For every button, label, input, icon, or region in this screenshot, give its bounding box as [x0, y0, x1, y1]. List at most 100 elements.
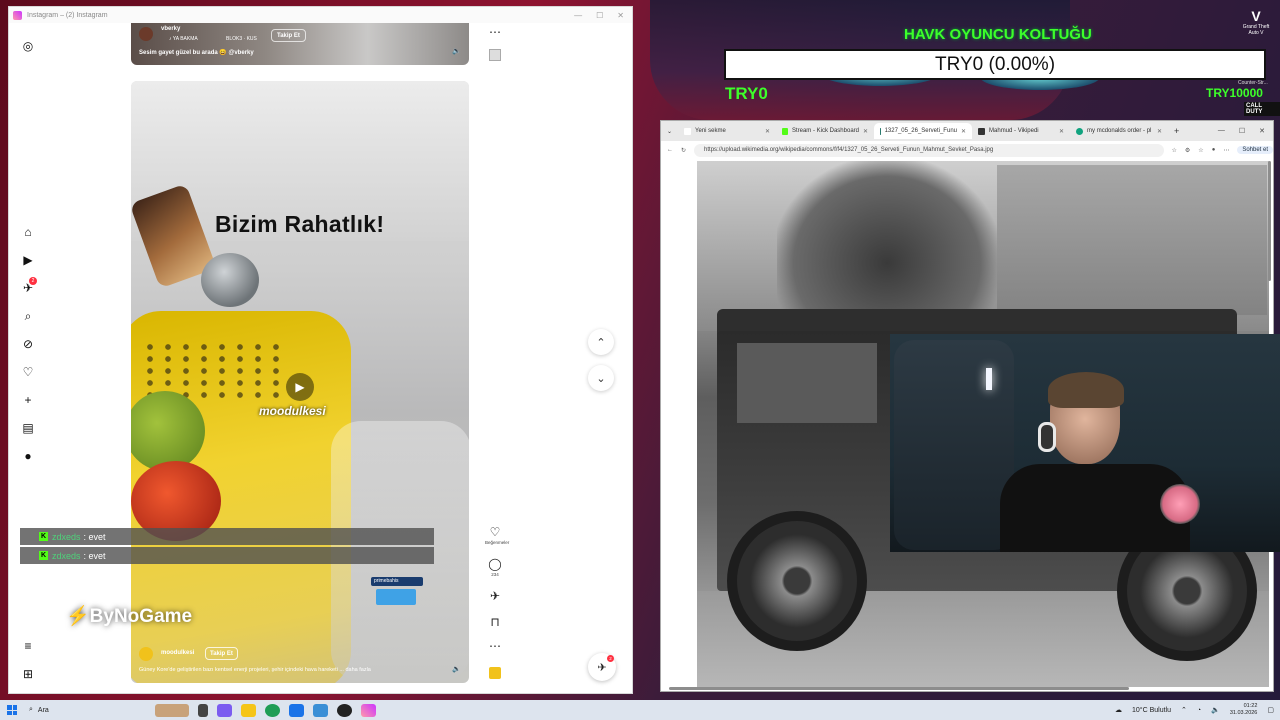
- close-icon[interactable]: ✕: [1157, 128, 1162, 135]
- close-icon[interactable]: ✕: [961, 128, 966, 135]
- more-options[interactable]: ⋯: [485, 25, 505, 39]
- reel-username[interactable]: moodulkesi: [161, 650, 194, 656]
- explore-icon[interactable]: ⊘: [21, 337, 35, 351]
- close-icon[interactable]: ✕: [1259, 127, 1265, 135]
- user-avatar[interactable]: [139, 647, 153, 661]
- browser-tab-bar: ⌄ Yeni sekme ✕ Stream - Kick Dashboard ✕ 1…: [661, 121, 1273, 141]
- more-icon[interactable]: ⋯: [485, 639, 505, 653]
- profile-icon[interactable]: ●: [1212, 147, 1216, 153]
- share-action[interactable]: ✈: [485, 589, 505, 603]
- explorer-icon[interactable]: [241, 703, 256, 717]
- network-icon[interactable]: ◔: [1197, 707, 1201, 714]
- copilot-icon[interactable]: [217, 703, 232, 717]
- photo-car-wheel: [727, 511, 867, 651]
- reel-audio[interactable]: ♪ YA BAKMA: [169, 36, 198, 42]
- instagram-taskbar-icon[interactable]: [361, 703, 376, 717]
- maximize-icon[interactable]: ☐: [1239, 127, 1245, 135]
- horizontal-scrollbar[interactable]: [669, 687, 1129, 690]
- chrome-icon[interactable]: [265, 703, 280, 717]
- favorites-icon[interactable]: ☆: [1198, 147, 1203, 154]
- messages-button[interactable]: ✈ 2: [588, 653, 616, 681]
- menu-icon[interactable]: ≡: [21, 639, 35, 653]
- home-icon[interactable]: ⌂: [21, 225, 35, 239]
- comment-action[interactable]: ◯ 234: [485, 557, 505, 577]
- share-icon[interactable]: ✈: [485, 589, 505, 603]
- vertical-scrollbar[interactable]: [1268, 161, 1271, 281]
- task-view-icon[interactable]: [198, 703, 208, 717]
- store-icon[interactable]: [289, 703, 304, 717]
- notifications-icon[interactable]: ♡: [21, 365, 35, 379]
- volume-icon[interactable]: 🔈: [1211, 706, 1220, 714]
- search-icon[interactable]: ⌕: [21, 309, 35, 323]
- photo-car-window: [737, 343, 877, 423]
- system-tray: ☁ 10°C Bulutlu ⌃ ◔ 🔈 01:22 31.03.2026 ▢: [1115, 703, 1280, 717]
- star-icon[interactable]: ☆: [1172, 147, 1177, 154]
- new-tab-icon[interactable]: +: [1168, 126, 1185, 136]
- back-icon[interactable]: ←: [667, 147, 673, 153]
- follow-button[interactable]: Takip Et: [271, 29, 306, 42]
- user-avatar[interactable]: [139, 27, 153, 41]
- gta-logo: V Grand Theft Auto V: [1238, 8, 1274, 36]
- browser-tab[interactable]: Yeni sekme ✕: [678, 123, 776, 139]
- bookmark-icon[interactable]: ⊓: [485, 615, 505, 629]
- close-icon[interactable]: ✕: [617, 11, 624, 20]
- widgets-icon[interactable]: [155, 703, 189, 717]
- heart-icon[interactable]: ♡: [485, 525, 505, 539]
- chat-button[interactable]: Sohbet et: [1237, 146, 1273, 154]
- browser-tab[interactable]: my mcdonalds order - pl ✕: [1070, 123, 1168, 139]
- address-bar[interactable]: https://upload.wikimedia.org/wikipedia/c…: [694, 143, 1164, 157]
- browser-tab[interactable]: Stream - Kick Dashboard ✕: [776, 123, 874, 139]
- chevron-up-icon[interactable]: ⌃: [588, 329, 614, 355]
- weather-icon[interactable]: ☁: [1115, 706, 1122, 714]
- like-action[interactable]: ♡ Beğenmeler: [485, 525, 509, 545]
- top-reel-thumb[interactable]: [485, 49, 505, 61]
- chevron-down-icon[interactable]: ⌄: [588, 365, 614, 391]
- play-icon[interactable]: ▶: [286, 373, 314, 401]
- mute-icon[interactable]: 🔈: [452, 47, 461, 55]
- overlay-title: HAVK OYUNCU KOLTUĞU: [904, 26, 1092, 43]
- reel-video[interactable]: Bizim Rahatlık! ▶ moodulkesi primebahis …: [131, 81, 469, 683]
- mute-icon[interactable]: 🔈: [452, 665, 461, 673]
- taskbar-search[interactable]: ⌕ Ara: [29, 706, 119, 714]
- extensions-icon[interactable]: ⚙: [1185, 147, 1190, 154]
- tab-label: Mahmud - Vikipedi: [989, 128, 1039, 134]
- weather-text[interactable]: 10°C Bulutlu: [1132, 707, 1171, 714]
- audio-thumb-icon[interactable]: [489, 667, 501, 679]
- more-action[interactable]: ⋯: [485, 639, 505, 653]
- tray-arrow-icon[interactable]: ⌃: [1181, 706, 1187, 714]
- audio-action[interactable]: [485, 667, 505, 679]
- minimize-icon[interactable]: —: [574, 11, 582, 20]
- instagram-app-icon: [13, 10, 22, 20]
- search-icon: ⌕: [29, 706, 33, 713]
- instagram-logo-icon[interactable]: ◎: [21, 39, 35, 53]
- close-icon[interactable]: ✕: [1059, 128, 1064, 135]
- create-icon[interactable]: +: [21, 393, 35, 407]
- edge-icon[interactable]: [313, 703, 328, 717]
- previous-reel[interactable]: vberky ♪ YA BAKMA BLOK3 · KUS Takip Et S…: [131, 23, 469, 65]
- save-action[interactable]: ⊓: [485, 615, 505, 629]
- reload-icon[interactable]: ↻: [681, 147, 686, 154]
- obs-icon[interactable]: [337, 703, 352, 717]
- follow-button[interactable]: Takip Et: [205, 647, 238, 660]
- reel-username[interactable]: vberky: [161, 26, 180, 32]
- more-icon[interactable]: ⋯: [485, 25, 505, 39]
- browser-tab-active[interactable]: 1327_05_26_Serveti_Funu ✕: [874, 123, 973, 139]
- tab-list-icon[interactable]: ⌄: [661, 128, 678, 135]
- profile-avatar-icon[interactable]: ●: [21, 449, 35, 463]
- notification-icon[interactable]: ▢: [1267, 706, 1274, 714]
- comment-icon[interactable]: ◯: [485, 557, 505, 571]
- thumbnail-icon[interactable]: [489, 49, 501, 61]
- browser-tab[interactable]: Mahmud - Vikipedi ✕: [972, 123, 1070, 139]
- cam-microphone: [1160, 484, 1200, 524]
- apps-icon[interactable]: ⊞: [21, 667, 35, 681]
- reel-caption[interactable]: Güney Kore'de geliştirilen bazı kentsel …: [139, 667, 371, 673]
- clock[interactable]: 01:22 31.03.2026: [1230, 703, 1258, 717]
- more-icon[interactable]: ⋯: [1223, 147, 1229, 154]
- maximize-icon[interactable]: ☐: [596, 11, 603, 20]
- start-button[interactable]: [7, 705, 17, 715]
- close-icon[interactable]: ✕: [863, 128, 868, 135]
- minimize-icon[interactable]: —: [1218, 127, 1225, 135]
- close-icon[interactable]: ✕: [765, 128, 770, 135]
- dashboard-icon[interactable]: ▤: [21, 421, 35, 435]
- reels-icon[interactable]: ▶: [21, 253, 35, 267]
